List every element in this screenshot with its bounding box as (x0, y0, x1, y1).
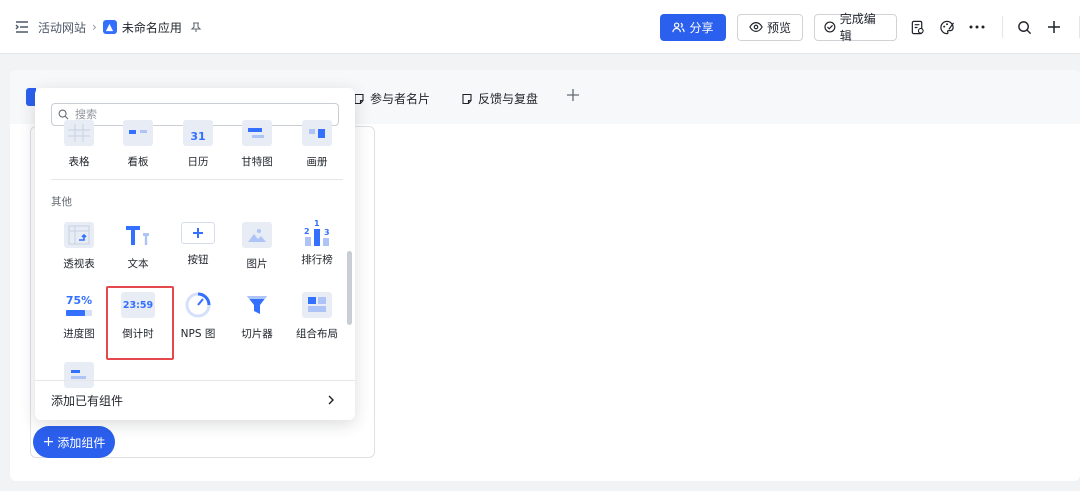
tab-label: 反馈与复盘 (478, 92, 539, 106)
progress-icon: 75% (62, 292, 96, 318)
calendar-icon-text: 31 (190, 129, 206, 143)
search-icon (58, 109, 69, 120)
app-name[interactable]: 未命名应用 (122, 19, 182, 36)
rank-third-digit: 3 (324, 228, 330, 237)
component-text[interactable]: 文本 (108, 222, 168, 271)
component-kanban[interactable]: 看板 (108, 120, 168, 169)
button-icon (181, 222, 215, 244)
form-icon[interactable] (908, 18, 926, 36)
toolbar-divider (1002, 16, 1003, 38)
countdown-highlight-box (106, 286, 174, 360)
component-image[interactable]: 图片 (227, 222, 287, 271)
users-icon (672, 21, 686, 32)
component-leaderboard[interactable]: 1 2 3 排行榜 (287, 218, 347, 267)
component-label: 日历 (187, 156, 209, 168)
tab-feedback-review[interactable]: 反馈与复盘 (461, 90, 538, 107)
chevron-right-icon (328, 395, 334, 405)
calendar-icon: 31 (183, 120, 213, 146)
component-label: 切片器 (241, 328, 273, 340)
tab-label: 参与者名片 (370, 92, 431, 106)
plus-icon: + (42, 434, 55, 450)
component-progress-chart[interactable]: 75% 进度图 (49, 292, 109, 341)
component-gantt[interactable]: 甘特图 (227, 120, 287, 169)
panel-scrollbar[interactable] (347, 251, 352, 325)
component-label: 进度图 (63, 328, 95, 340)
preview-button[interactable]: 预览 (737, 13, 803, 41)
component-pivot-table[interactable]: 透视表 (49, 222, 109, 271)
add-existing-component-row[interactable]: 添加已有组件 (35, 380, 355, 420)
table-icon (64, 120, 94, 146)
component-combo-layout[interactable]: 组合布局 (287, 292, 347, 341)
layout-icon (302, 292, 332, 318)
add-component-label: 添加组件 (57, 435, 106, 450)
component-gallery[interactable]: 画册 (287, 120, 347, 169)
check-circle-icon (824, 21, 836, 33)
image-icon (242, 222, 272, 248)
gauge-icon (183, 292, 213, 318)
component-label: 排行榜 (301, 254, 333, 266)
component-label: 看板 (127, 156, 149, 168)
pivot-table-icon (64, 222, 94, 248)
section-divider (51, 179, 343, 180)
component-nps-chart[interactable]: NPS 图 (168, 292, 228, 341)
breadcrumb-parent[interactable]: 活动网站 (38, 19, 86, 36)
component-label: 表格 (68, 156, 90, 168)
component-table[interactable]: 表格 (49, 120, 109, 169)
progress-icon-text: 75% (65, 293, 93, 307)
component-calendar[interactable]: 31 日历 (168, 120, 228, 169)
chevron-right-icon: › (92, 20, 97, 34)
add-existing-component-label: 添加已有组件 (51, 394, 124, 408)
component-label: 透视表 (63, 258, 95, 270)
share-label: 分享 (689, 20, 714, 35)
tab-participant-card[interactable]: 参与者名片 (353, 90, 430, 107)
collapse-menu-icon[interactable] (14, 19, 30, 35)
component-picker-panel: 表格 看板 31 日历 甘特图 画册 其他 透视表 文本 (35, 88, 355, 420)
text-icon (123, 222, 153, 248)
component-label: 文本 (127, 258, 149, 270)
add-icon[interactable] (1045, 18, 1063, 36)
component-label: NPS 图 (180, 328, 216, 340)
finish-editing-label: 完成编辑 (839, 12, 876, 43)
component-label: 甘特图 (241, 156, 273, 168)
leaderboard-icon: 1 2 3 (302, 218, 332, 248)
theme-palette-icon[interactable] (938, 18, 956, 36)
component-label: 按钮 (187, 254, 209, 266)
more-icon[interactable] (968, 18, 986, 36)
toolbar-actions: 分享 预览 完成编辑 (660, 12, 1080, 43)
eye-icon (749, 22, 763, 32)
finish-editing-button[interactable]: 完成编辑 (814, 12, 897, 43)
funnel-icon (242, 292, 272, 318)
pin-icon[interactable] (190, 21, 202, 33)
component-label: 图片 (246, 258, 268, 270)
gallery-icon (302, 120, 332, 146)
add-tab-icon[interactable] (566, 88, 580, 102)
page-icon (462, 93, 472, 104)
component-label: 组合布局 (296, 328, 338, 340)
component-button[interactable]: 按钮 (168, 222, 228, 267)
search-icon[interactable] (1015, 18, 1033, 36)
preview-label: 预览 (766, 20, 791, 35)
add-component-button[interactable]: + 添加组件 (33, 426, 115, 458)
section-title-other: 其他 (51, 196, 72, 208)
share-button[interactable]: 分享 (660, 13, 726, 41)
top-bar: 活动网站 › 未命名应用 分享 预览 完成编辑 (0, 0, 1080, 54)
rank-first-digit: 1 (314, 219, 320, 228)
component-label: 画册 (306, 156, 328, 168)
component-slicer[interactable]: 切片器 (227, 292, 287, 341)
breadcrumb: 活动网站 › 未命名应用 (14, 17, 202, 37)
app-logo-icon (102, 20, 117, 34)
rank-second-digit: 2 (304, 227, 310, 236)
gantt-icon (242, 120, 272, 146)
kanban-icon (123, 120, 153, 146)
